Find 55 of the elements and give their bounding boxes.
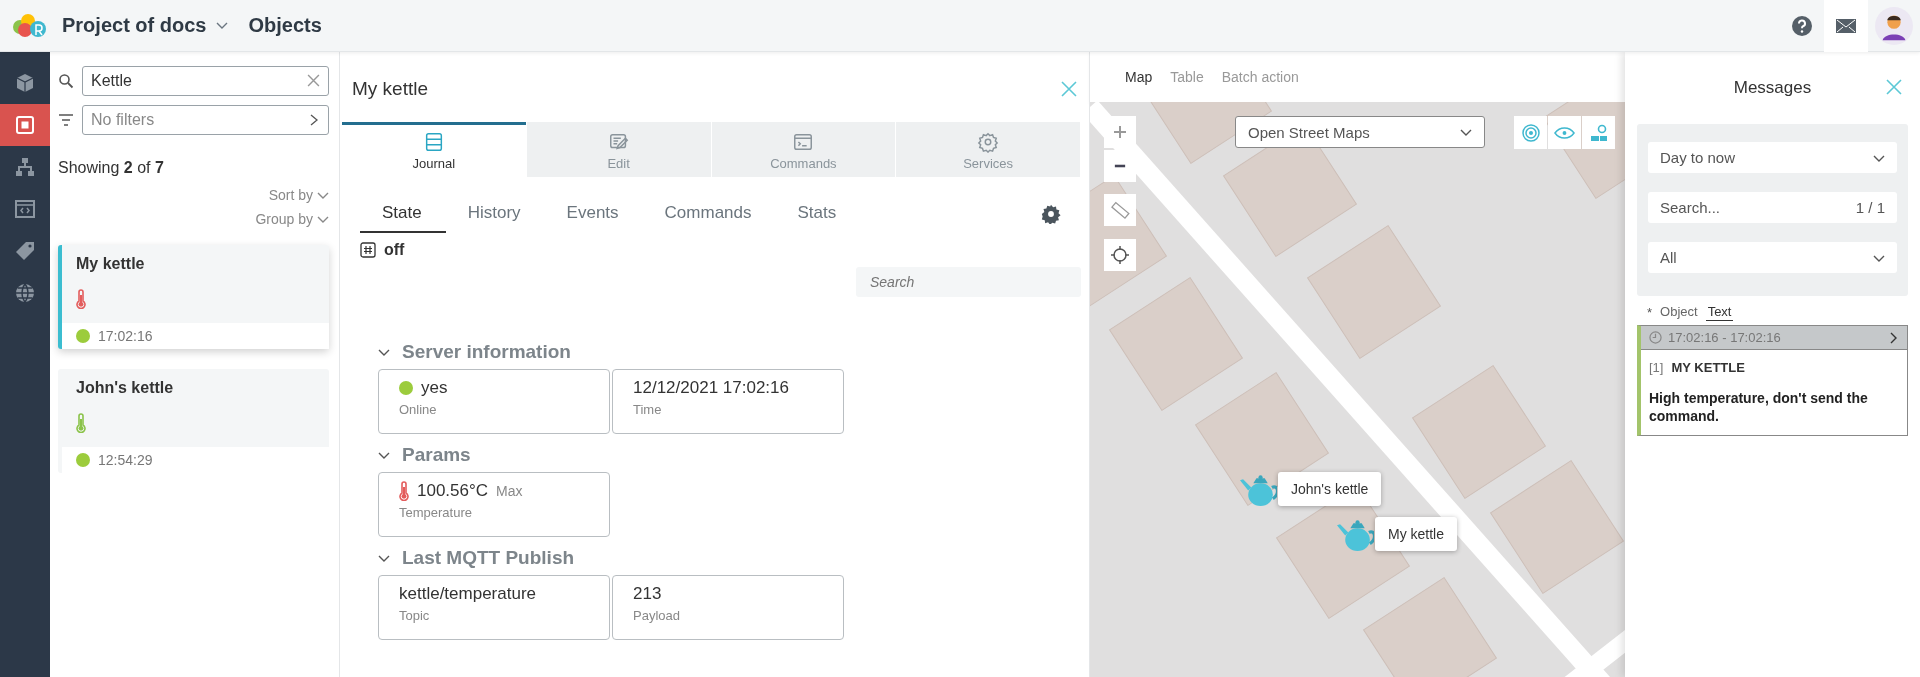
subtab[interactable]: Commands [642, 195, 776, 233]
object-name: MY KETTLE [1671, 360, 1745, 375]
field-value: kettle/temperature [399, 584, 536, 604]
panel-title: My kettle [352, 78, 429, 100]
last-update-time: 12:54:29 [98, 452, 153, 468]
panel-title: Messages [1733, 78, 1812, 98]
section-title[interactable]: Server information [402, 341, 571, 363]
filter-field[interactable]: No filters [82, 105, 329, 135]
match-counter: 1 / 1 [1855, 199, 1885, 216]
subtab[interactable]: State [360, 195, 446, 233]
object-name: John's kettle [75, 378, 175, 397]
last-update-time: 17:02:16 [98, 328, 153, 344]
field-value: 100.56°C [417, 481, 489, 501]
marker-label: My kettle [1375, 516, 1457, 551]
state-value: off [384, 241, 405, 259]
marker-label: John's kettle [1278, 471, 1382, 506]
object-card[interactable]: John's kettle 12:54:29 [58, 369, 329, 473]
section-title[interactable]: Last MQTT Publish [402, 547, 575, 569]
object-card[interactable]: My kettle 17:02:16 [58, 245, 329, 349]
column-marker: * [1647, 305, 1653, 320]
group-by-dropdown[interactable]: Group by [255, 211, 329, 227]
message-index: [1] [1649, 360, 1664, 375]
tab[interactable]: Services [896, 122, 1080, 177]
section-title[interactable]: Params [402, 444, 471, 466]
tab[interactable]: Commands [711, 122, 896, 177]
field-label: Temperature [399, 505, 473, 520]
tab[interactable]: Edit [526, 122, 711, 177]
search-field[interactable]: Kettle [82, 66, 329, 96]
field-value: 213 [633, 584, 662, 604]
field-value: yes [421, 378, 448, 398]
view-tab[interactable]: Text [1705, 304, 1734, 321]
sort-by-dropdown[interactable]: Sort by [268, 187, 329, 203]
time-range: 17:02:16 - 17:02:16 [1668, 330, 1781, 345]
message-text: High temperature, don't send the command. [1649, 389, 1869, 426]
field-label: Topic [399, 608, 431, 623]
subtab[interactable]: Stats [775, 195, 861, 233]
view-tab[interactable]: Batch action [1212, 65, 1308, 89]
result-count: Showing 2 of 7 [58, 159, 165, 177]
project-name[interactable]: Project of docs [62, 14, 207, 37]
period-dropdown[interactable]: Day to now [1648, 142, 1897, 173]
field-note: Max [496, 483, 523, 499]
object-name: My kettle [75, 254, 146, 273]
view-tab[interactable]: Object [1658, 304, 1700, 321]
search-field[interactable]: Search [856, 267, 1081, 297]
field-value: 12/12/2021 17:02:16 [633, 378, 789, 398]
subtab[interactable]: Events [544, 195, 643, 233]
type-dropdown[interactable]: All [1648, 242, 1897, 273]
field-label: Online [399, 402, 438, 417]
field-label: Payload [633, 608, 681, 623]
subtab[interactable]: History [445, 195, 545, 233]
map-layer-dropdown[interactable]: Open Street Maps [1235, 116, 1485, 148]
page-title: Objects [248, 14, 322, 37]
field-label: Time [633, 402, 663, 417]
view-tab[interactable]: Map [1116, 65, 1162, 89]
view-tab[interactable]: Table [1161, 65, 1213, 89]
